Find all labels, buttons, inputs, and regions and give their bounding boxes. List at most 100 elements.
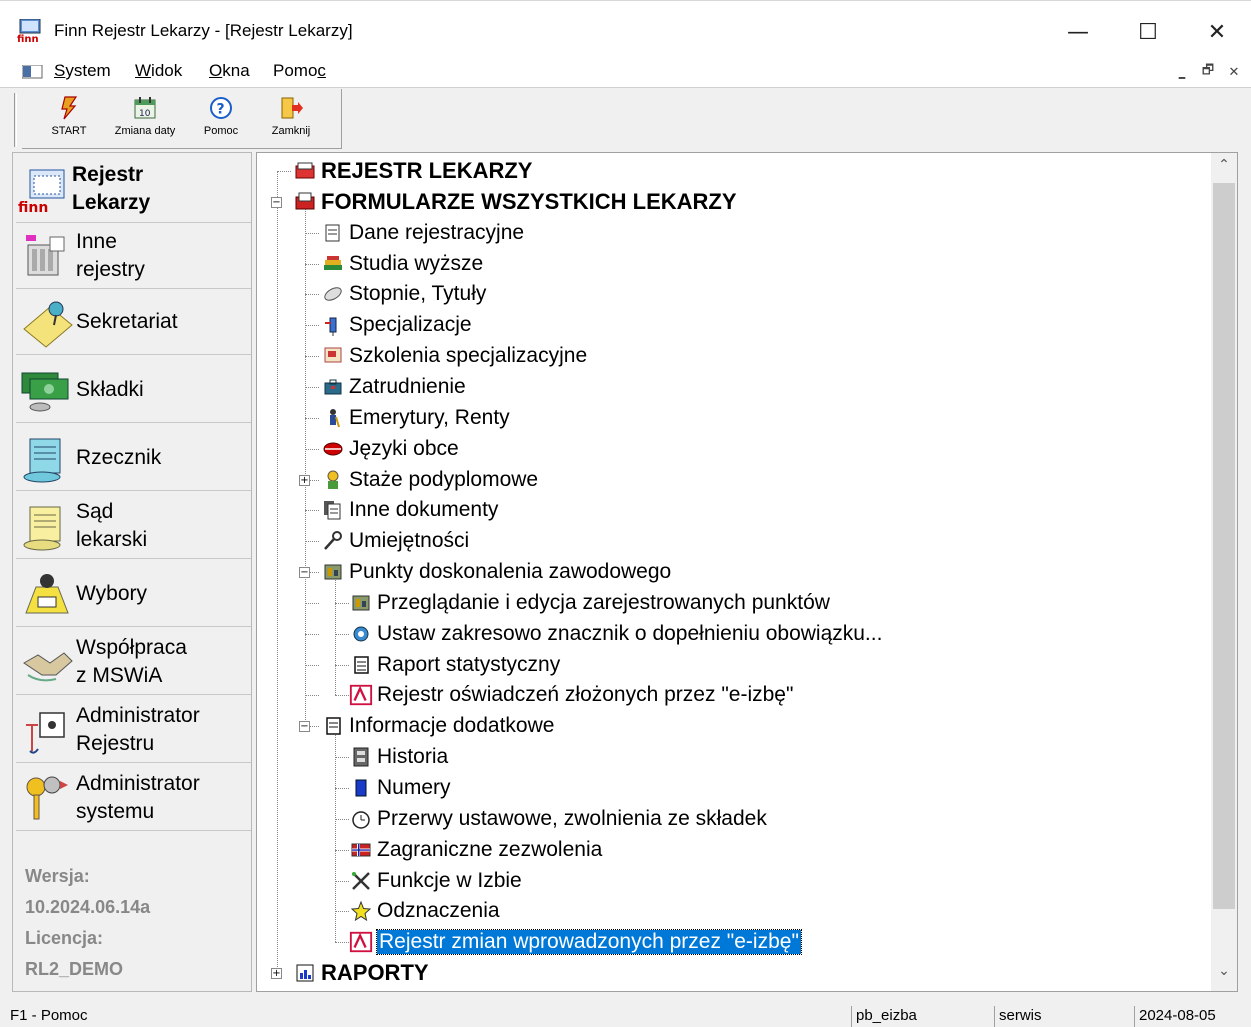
scroll-thumb[interactable] bbox=[1213, 183, 1235, 909]
tree-item[interactable]: Specjalizacje bbox=[321, 310, 472, 340]
tree-view[interactable]: REJESTR LEKARZY − FORMULARZE WSZYSTKICH LE… bbox=[256, 152, 1238, 992]
nav-item-skladki[interactable]: Składki bbox=[16, 357, 251, 423]
nav-item-label: Sąd lekarski bbox=[76, 499, 148, 551]
menu-okna[interactable]: Okna bbox=[209, 61, 250, 81]
tree-item[interactable]: Staże podyplomowe bbox=[321, 465, 538, 495]
tree-item[interactable]: Punkty doskonalenia zawodowego bbox=[321, 557, 671, 587]
maximize-button[interactable]: ☐ bbox=[1125, 15, 1171, 49]
mdi-restore-button[interactable]: 🗗 bbox=[1197, 62, 1219, 82]
register-icon bbox=[293, 159, 317, 183]
briefcase-icon bbox=[321, 375, 345, 399]
books-icon bbox=[321, 252, 345, 276]
tree-item[interactable]: Szkolenia specjalizacyjne bbox=[321, 341, 587, 371]
title-bar: finn Finn Rejestr Lekarzy - [Rejestr Lek… bbox=[0, 0, 1251, 56]
forms-icon bbox=[293, 190, 317, 214]
tree-root-rejestr-lekarzy[interactable]: REJESTR LEKARZY bbox=[293, 156, 532, 186]
wrench-icon bbox=[321, 529, 345, 553]
sekretariat-icon bbox=[20, 295, 74, 349]
vertical-scrollbar[interactable]: ⌃ ⌄ bbox=[1211, 153, 1237, 991]
scroll-down-arrow[interactable]: ⌄ bbox=[1211, 963, 1237, 987]
points-icon bbox=[349, 591, 373, 615]
nav-header-rejestr-lekarzy[interactable]: finn Rejestr Lekarzy bbox=[16, 155, 251, 223]
tree-item[interactable]: Odznaczenia bbox=[349, 896, 500, 926]
nav-item-label: Składki bbox=[76, 377, 144, 401]
tree-item[interactable]: Rejestr zmian wprowadzonych przez "e-izb… bbox=[349, 927, 802, 957]
mdi-minimize-button[interactable]: _ bbox=[1171, 62, 1193, 82]
nav-item-label: Wybory bbox=[76, 581, 147, 605]
change-date-button[interactable]: 10 Zmiana daty bbox=[110, 93, 180, 145]
tree-root-formularze[interactable]: FORMULARZE WSZYSTKICH LEKARZY bbox=[293, 187, 737, 217]
tree-item[interactable]: Zagraniczne zezwolenia bbox=[349, 835, 602, 865]
clock-icon bbox=[349, 807, 373, 831]
nav-item-administrator-rejestru[interactable]: Administrator Rejestru bbox=[16, 697, 251, 763]
menu-system[interactable]: System bbox=[54, 61, 111, 81]
tree-item[interactable]: Przeglądanie i edycja zarejestrowanych p… bbox=[349, 588, 830, 618]
start-button[interactable]: START bbox=[34, 93, 104, 145]
status-help: F1 - Pomoc bbox=[10, 1007, 88, 1024]
scroll-icon bbox=[321, 282, 345, 306]
tree-item[interactable]: Emerytury, Renty bbox=[321, 403, 510, 433]
nav-item-wybory[interactable]: Wybory bbox=[16, 561, 251, 627]
tree-item[interactable]: Inne dokumenty bbox=[321, 495, 498, 525]
close-app-button[interactable]: Zamknij bbox=[256, 93, 326, 145]
nav-item-sad-lekarski[interactable]: Sąd lekarski bbox=[16, 493, 251, 559]
nav-item-inne-rejestry[interactable]: Inne rejestry bbox=[16, 223, 251, 289]
doctor-icon bbox=[321, 468, 345, 492]
tree-item[interactable]: Historia bbox=[349, 742, 448, 772]
nav-item-label: Sekretariat bbox=[76, 309, 178, 333]
collapse-informacje[interactable]: − bbox=[299, 721, 310, 733]
module-nav-panel: finn Rejestr Lekarzy Inne rejestry Sekretar… bbox=[12, 152, 252, 992]
system-menu-icon[interactable] bbox=[21, 64, 44, 79]
tree-item[interactable]: Stopnie, Tytuły bbox=[321, 279, 486, 309]
tree-root-raporty[interactable]: RAPORTY bbox=[293, 958, 429, 988]
nav-item-sekretariat[interactable]: Sekretariat bbox=[16, 289, 251, 355]
tree-item[interactable]: Umiejętności bbox=[321, 526, 469, 556]
nav-item-label: Współpraca z MSWiA bbox=[76, 635, 187, 687]
toolbar-grip[interactable] bbox=[14, 93, 17, 147]
lightning-icon bbox=[56, 95, 82, 121]
toolbar: START 10 Zmiana daty ? Pomoc Zamknij bbox=[0, 89, 1251, 151]
nav-item-rzecznik[interactable]: Rzecznik bbox=[16, 425, 251, 491]
status-bar: F1 - Pomoc pb_eizba serwis 2024-08-05 bbox=[0, 1004, 1251, 1027]
menu-widok[interactable]: Widok bbox=[135, 61, 182, 81]
lips-icon bbox=[321, 437, 345, 461]
tree-item-informacje[interactable]: Informacje dodatkowe bbox=[321, 711, 554, 741]
nav-item-administrator-systemu[interactable]: Administrator systemu bbox=[16, 765, 251, 831]
minimize-button[interactable]: — bbox=[1055, 15, 1101, 49]
tree-item[interactable]: Zatrudnienie bbox=[321, 372, 466, 402]
person-icon bbox=[321, 406, 345, 430]
svg-text:?: ? bbox=[217, 102, 225, 118]
report-icon bbox=[349, 653, 373, 677]
inne-rejestry-icon bbox=[20, 229, 74, 283]
board-icon bbox=[321, 344, 345, 368]
collapse-punkty[interactable]: − bbox=[299, 567, 310, 579]
tree-item[interactable]: Przerwy ustawowe, zwolnienia ze składek bbox=[349, 804, 767, 834]
help-button[interactable]: ? Pomoc bbox=[186, 93, 256, 145]
tree-item[interactable]: Dane rejestracyjne bbox=[321, 218, 524, 248]
tree-item[interactable]: Studia wyższe bbox=[321, 249, 483, 279]
window-title: Finn Rejestr Lekarzy - [Rejestr Lekarzy] bbox=[54, 21, 353, 40]
tree-item[interactable]: Raport statystyczny bbox=[349, 650, 560, 680]
doc-icon bbox=[321, 221, 345, 245]
mdi-close-button[interactable]: ✕ bbox=[1223, 62, 1245, 82]
menu-pomoc[interactable]: Pomoc bbox=[273, 61, 326, 81]
expand-staze[interactable]: + bbox=[299, 474, 310, 486]
tree-item[interactable]: Ustaw zakresowo znacznik o dopełnieniu o… bbox=[349, 619, 882, 649]
help-icon: ? bbox=[208, 95, 234, 121]
tree-item[interactable]: Rejestr oświadczeń złożonych przez "e-iz… bbox=[349, 680, 793, 710]
exit-icon bbox=[278, 95, 304, 121]
scroll-up-arrow[interactable]: ⌃ bbox=[1211, 157, 1237, 181]
svg-text:10: 10 bbox=[139, 109, 151, 119]
history-icon bbox=[349, 745, 373, 769]
expand-raporty[interactable]: + bbox=[271, 968, 282, 980]
tree-item[interactable]: Funkcje w Izbie bbox=[349, 866, 522, 896]
nav-item-wspolpraca[interactable]: Współpraca z MSWiA bbox=[16, 629, 251, 695]
nav-item-label: Inne rejestry bbox=[76, 229, 145, 281]
syringe-icon bbox=[321, 313, 345, 337]
close-button[interactable]: ✕ bbox=[1194, 15, 1240, 49]
tree-item[interactable]: Języki obce bbox=[321, 434, 459, 464]
docs-icon bbox=[321, 498, 345, 522]
status-database: pb_eizba bbox=[851, 1006, 991, 1027]
tree-item[interactable]: Numery bbox=[349, 773, 451, 803]
collapse-formularze[interactable]: − bbox=[271, 196, 282, 208]
